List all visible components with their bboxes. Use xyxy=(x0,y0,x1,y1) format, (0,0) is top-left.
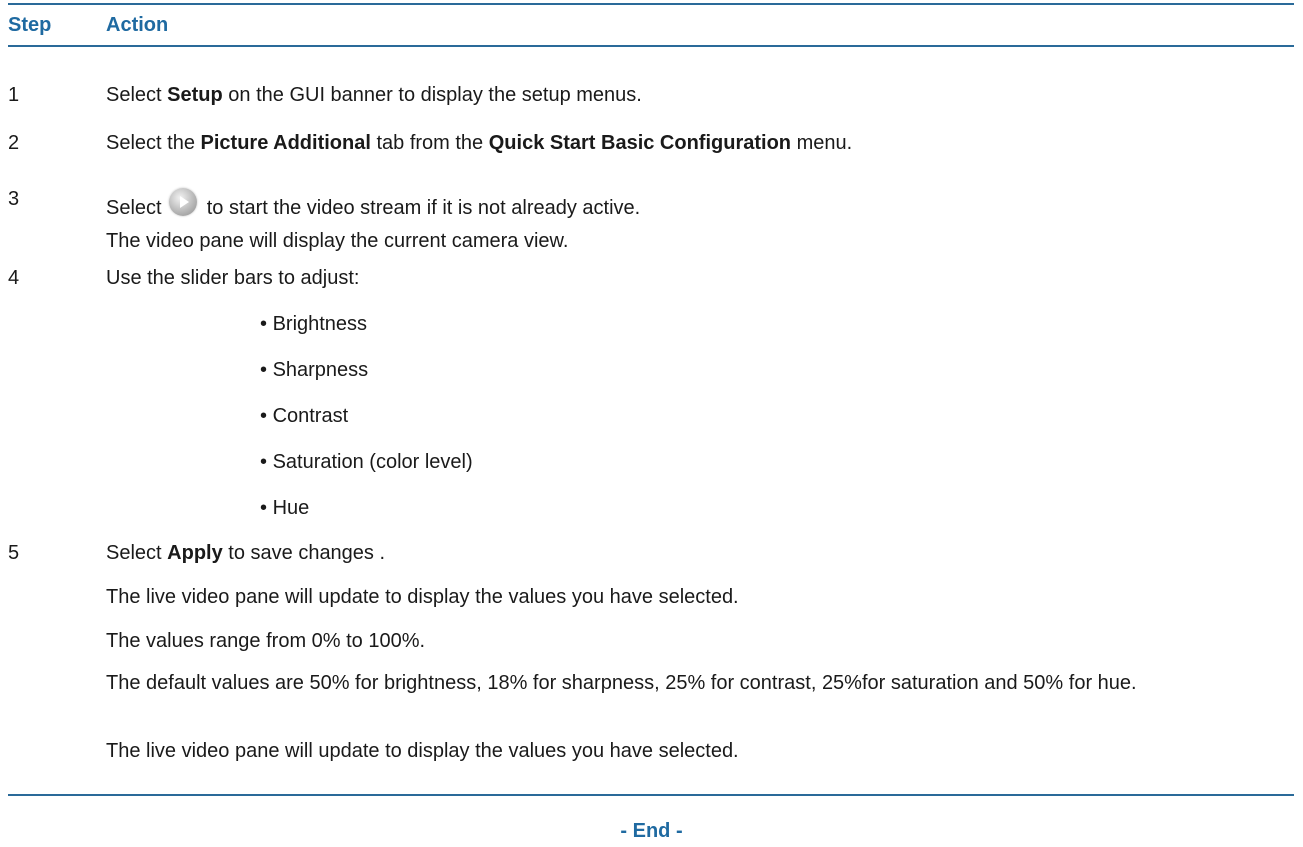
quick-start-term: Quick Start Basic Configuration xyxy=(488,132,792,154)
bullet-item: • Sharpness xyxy=(260,359,369,381)
step-number: 5 xyxy=(8,542,20,564)
step-text: Select Apply to save changes . xyxy=(106,542,386,564)
step-text: Select Setup on the GUI banner to displa… xyxy=(106,84,642,106)
step-number: 3 xyxy=(8,188,20,210)
step-note: The default values are 50% for brightnes… xyxy=(106,672,1137,694)
bullet-item: • Saturation (color level) xyxy=(260,451,473,473)
picture-additional-term: Picture Additional xyxy=(200,132,371,154)
apply-term: Apply xyxy=(167,542,223,564)
bullet-item: • Hue xyxy=(260,497,310,519)
top-rule xyxy=(8,3,1294,5)
header-action: Action xyxy=(106,14,169,36)
step-note: The live video pane will update to displ… xyxy=(106,586,739,608)
step-text: Use the slider bars to adjust: xyxy=(106,267,360,289)
step-note: The live video pane will update to displ… xyxy=(106,740,739,762)
step-note: The values range from 0% to 100%. xyxy=(106,630,426,652)
step-number: 2 xyxy=(8,132,20,154)
bullet-item: • Brightness xyxy=(260,313,368,335)
setup-term: Setup xyxy=(167,84,223,106)
end-marker: - End - xyxy=(620,820,683,842)
table-header: Step Action xyxy=(0,14,1303,44)
bottom-rule xyxy=(8,794,1294,796)
header-rule xyxy=(8,45,1294,47)
step-text: Select the Picture Additional tab from t… xyxy=(106,132,853,154)
header-step: Step xyxy=(8,14,52,36)
step-number: 1 xyxy=(8,84,20,106)
step-text: Select to start the video stream if it i… xyxy=(106,188,640,220)
step-number: 4 xyxy=(8,267,20,289)
step-note: The video pane will display the current … xyxy=(106,230,569,252)
bullet-item: • Contrast xyxy=(260,405,349,427)
play-icon xyxy=(169,188,198,216)
